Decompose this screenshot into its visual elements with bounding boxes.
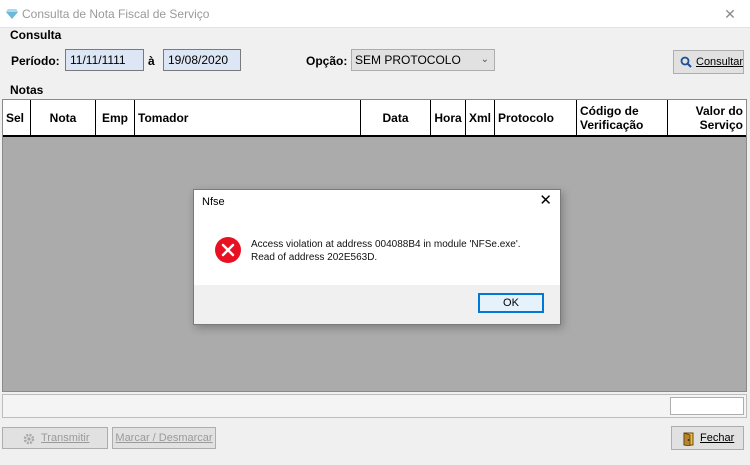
date-to-input[interactable]: 19/08/2020 [163, 49, 241, 71]
date-from-input[interactable]: 11/11/1111 [65, 49, 144, 71]
periodo-label: Período: [11, 54, 60, 68]
gear-icon [23, 433, 35, 445]
col-protocolo[interactable]: Protocolo [495, 100, 577, 135]
dialog-footer: OK [194, 285, 560, 324]
window-titlebar: Consulta de Nota Fiscal de Serviço ✕ [0, 0, 750, 28]
notas-section-label: Notas [10, 83, 44, 97]
window-title: Consulta de Nota Fiscal de Serviço [22, 7, 210, 21]
window-close-icon[interactable]: ✕ [710, 0, 750, 28]
error-message-line2: Read of address 202E563D. [251, 252, 378, 263]
col-emp[interactable]: Emp [96, 100, 135, 135]
col-nota[interactable]: Nota [31, 100, 96, 135]
col-hora[interactable]: Hora [431, 100, 466, 135]
grid-header: Sel Nota Emp Tomador Data Hora Xml Proto… [3, 100, 746, 137]
opcao-label: Opção: [306, 54, 348, 68]
status-bar [2, 394, 747, 418]
fechar-button[interactable]: Fechar [671, 426, 744, 450]
search-icon [680, 56, 692, 68]
diamond-app-icon [6, 9, 18, 19]
col-sel[interactable]: Sel [3, 100, 31, 135]
status-panel [670, 397, 744, 415]
col-xml[interactable]: Xml [466, 100, 495, 135]
opcao-selected-value: SEM PROTOCOLO [355, 53, 461, 67]
col-tomador[interactable]: Tomador [135, 100, 361, 135]
col-codigo-verificacao[interactable]: Código de Verificação [577, 100, 668, 135]
transmitir-label: Transmitir [41, 432, 90, 444]
col-valor-servico[interactable]: Valor do Serviço [668, 100, 746, 135]
error-message-line1: Access violation at address 004088B4 in … [251, 239, 521, 250]
door-exit-icon [683, 432, 694, 446]
marcar-desmarcar-button[interactable]: Marcar / Desmarcar [112, 427, 216, 449]
col-data[interactable]: Data [361, 100, 431, 135]
dialog-title: Nfse [202, 196, 225, 208]
transmitir-button[interactable]: Transmitir [2, 427, 108, 449]
error-dialog: Nfse ✕ Access violation at address 00408… [193, 189, 561, 325]
date-separator: à [148, 54, 155, 68]
marcar-desmarcar-label: Marcar / Desmarcar [115, 432, 213, 444]
consultar-button[interactable]: Consultar [673, 50, 744, 74]
consulta-section-label: Consulta [10, 28, 62, 42]
dialog-close-icon[interactable]: ✕ [539, 191, 552, 209]
error-icon [215, 237, 241, 263]
error-message: Access violation at address 004088B4 in … [251, 238, 521, 264]
fechar-label: Fechar [700, 432, 735, 444]
chevron-down-icon: ⌄ [480, 54, 489, 65]
ok-button[interactable]: OK [478, 293, 544, 313]
consultar-label: Consultar [696, 56, 744, 68]
opcao-select[interactable]: SEM PROTOCOLO ⌄ [351, 49, 495, 71]
